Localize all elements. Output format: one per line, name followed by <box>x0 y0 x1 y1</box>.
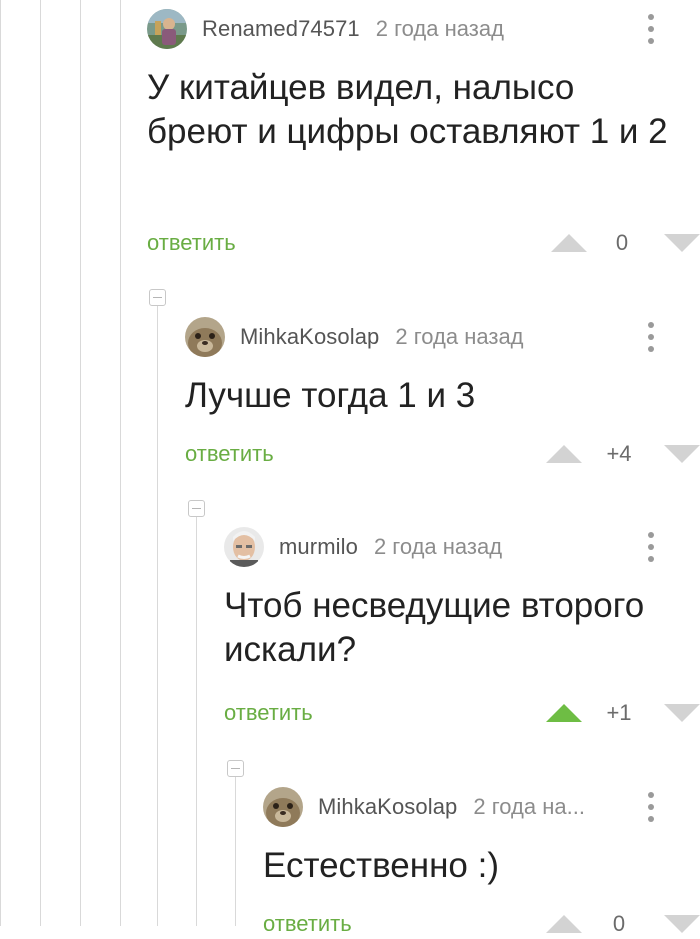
thread-line <box>80 0 81 926</box>
upvote-icon[interactable] <box>551 234 587 252</box>
comment-footer: ответить 0 <box>147 228 700 258</box>
thread-line <box>0 0 1 926</box>
more-options-icon[interactable] <box>644 9 658 49</box>
downvote-icon[interactable] <box>664 915 700 933</box>
more-options-icon[interactable] <box>644 527 658 567</box>
comment-rating: +4 <box>606 441 632 466</box>
more-options-icon[interactable] <box>644 317 658 357</box>
user-avatar[interactable] <box>224 527 264 567</box>
thread-line <box>235 776 236 926</box>
comment-username[interactable]: Renamed74571 <box>202 16 360 42</box>
comment-timestamp: 2 года назад <box>375 16 504 41</box>
thread-line <box>157 305 158 926</box>
user-avatar[interactable] <box>147 9 187 49</box>
comment-username[interactable]: MihkaKosolap <box>240 324 379 350</box>
comment-timestamp: 2 года назад <box>395 324 524 349</box>
comment-text: Чтоб несведущие второго искали? <box>224 586 645 669</box>
comment-username[interactable]: murmilo <box>279 534 358 560</box>
comment-text: Естественно :) <box>263 846 499 885</box>
collapse-thread-button[interactable] <box>188 500 205 517</box>
reply-link[interactable]: ответить <box>224 698 313 728</box>
comment: MihkaKosolap 2 года на... Естественно :)… <box>263 760 700 936</box>
comment-footer: ответить +4 <box>185 439 700 469</box>
thread-line <box>196 516 197 926</box>
user-avatar[interactable] <box>263 787 303 827</box>
upvote-icon[interactable] <box>546 915 582 933</box>
comment-header: MihkaKosolap 2 года на... <box>263 787 585 827</box>
comment-rating: 0 <box>612 911 626 936</box>
comment-timestamp: 2 года назад <box>373 534 503 559</box>
reply-link[interactable]: ответить <box>185 439 274 469</box>
collapse-thread-button[interactable] <box>149 289 166 306</box>
comment-header: MihkaKosolap 2 года назад <box>185 317 524 357</box>
comment-username[interactable]: MihkaKosolap <box>318 794 457 820</box>
more-options-icon[interactable] <box>644 787 658 827</box>
thread-line <box>120 0 121 926</box>
reply-link[interactable]: ответить <box>147 228 236 258</box>
comment-footer: ответить 0 <box>263 909 700 939</box>
comment-footer: ответить +1 <box>224 698 700 728</box>
downvote-icon[interactable] <box>664 704 700 722</box>
user-avatar[interactable] <box>185 317 225 357</box>
comment-timestamp: 2 года на... <box>473 794 585 819</box>
downvote-icon[interactable] <box>664 445 700 463</box>
comment-header: murmilo 2 года назад <box>224 527 502 567</box>
upvote-icon[interactable] <box>546 445 582 463</box>
comment-rating: 0 <box>615 230 629 255</box>
comment-text: Лучше тогда 1 и 3 <box>185 376 476 415</box>
reply-link[interactable]: ответить <box>263 909 352 939</box>
upvote-icon[interactable] <box>546 704 582 722</box>
comment: MihkaKosolap 2 года назад Лучше тогда 1 … <box>185 290 700 490</box>
thread-line <box>40 0 41 926</box>
comment: murmilo 2 года назад Чтоб несведущие вто… <box>224 500 700 750</box>
collapse-thread-button[interactable] <box>227 760 244 777</box>
downvote-icon[interactable] <box>664 234 700 252</box>
comment: Renamed74571 2 года назад У китайцев вид… <box>147 0 700 270</box>
comment-text: У китайцев видел, налысо бреют и цифры о… <box>147 68 668 151</box>
comment-header: Renamed74571 2 года назад <box>147 9 504 49</box>
comment-rating: +1 <box>606 700 632 725</box>
